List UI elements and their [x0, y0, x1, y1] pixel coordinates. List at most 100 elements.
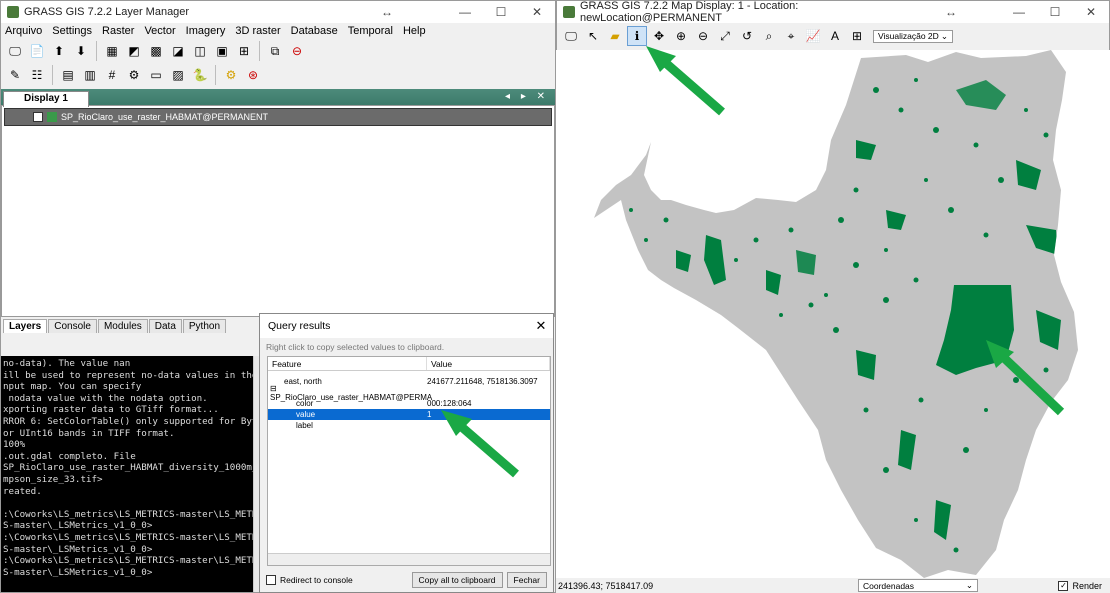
map-canvas[interactable]: [556, 50, 1110, 578]
close-icon[interactable]: ✕: [529, 318, 553, 334]
zoom-region-icon[interactable]: ⌖: [781, 26, 801, 46]
close-button[interactable]: ✕: [519, 5, 555, 19]
layer-visibility-checkbox[interactable]: [33, 112, 43, 122]
tab-display-1[interactable]: Display 1: [3, 91, 89, 107]
resize-icon[interactable]: ↔: [941, 5, 961, 19]
add-group-icon[interactable]: ▣: [212, 41, 232, 61]
grid-icon[interactable]: #: [102, 65, 122, 85]
attribute-table-icon[interactable]: ☷: [27, 65, 47, 85]
minimize-button[interactable]: —: [447, 5, 483, 19]
column-feature[interactable]: Feature: [268, 357, 427, 370]
decorations-icon[interactable]: A: [825, 26, 845, 46]
add-group-layer-icon[interactable]: ⧉: [265, 41, 285, 61]
coordinates-readout: 241396.43; 7518417.09: [558, 580, 654, 591]
table-row-selected[interactable]: value 1: [268, 409, 550, 420]
export-icon[interactable]: ⊞: [847, 26, 867, 46]
dialog-footer: Redirect to console Copy all to clipboar…: [266, 572, 547, 588]
column-value[interactable]: Value: [427, 357, 550, 370]
notebook-controls[interactable]: ◂ ▸ ✕: [505, 91, 549, 102]
copy-all-button[interactable]: Copy all to clipboard: [411, 572, 503, 588]
dialog-titlebar[interactable]: Query results ✕: [260, 314, 553, 338]
layer-manager-titlebar[interactable]: GRASS GIS 7.2.2 Layer Manager ↔ — ☐ ✕: [1, 1, 555, 23]
menu-database[interactable]: Database: [291, 25, 338, 37]
menu-arquivo[interactable]: Arquivo: [5, 25, 42, 37]
settings-gear-icon[interactable]: ⚙: [221, 65, 241, 85]
close-button[interactable]: ✕: [1073, 5, 1109, 19]
layer-name: SP_RioClaro_use_raster_HABMAT@PERMANENT: [61, 112, 269, 122]
feature-cell: color: [296, 399, 314, 408]
cartographic-composer-icon[interactable]: ▭: [146, 65, 166, 85]
render-label: Render: [1072, 580, 1102, 591]
maximize-button[interactable]: ☐: [1037, 5, 1073, 19]
render-checkbox[interactable]: ✓: [1058, 580, 1069, 591]
close-button[interactable]: Fechar: [506, 572, 547, 588]
layer-row[interactable]: SP_RioClaro_use_raster_HABMAT@PERMANENT: [4, 108, 552, 126]
redirect-label: Redirect to console: [280, 575, 353, 585]
value-cell: 000:128:064: [427, 399, 472, 408]
menu-3d-raster[interactable]: 3D raster: [235, 25, 280, 37]
menu-imagery[interactable]: Imagery: [186, 25, 226, 37]
add-vector-icon[interactable]: ◩: [124, 41, 144, 61]
view-mode-select[interactable]: Visualização 2D ⌄: [873, 29, 953, 43]
redirect-checkbox[interactable]: [266, 575, 276, 585]
zoom-back-icon[interactable]: ↺: [737, 26, 757, 46]
add-raster-icon[interactable]: ▦: [102, 41, 122, 61]
zoom-extent-icon[interactable]: ⤢: [715, 26, 735, 46]
feature-cell: value: [296, 410, 316, 419]
pointer-icon[interactable]: ↖: [583, 26, 603, 46]
window-title: GRASS GIS 7.2.2 Layer Manager: [24, 6, 190, 18]
new-display-icon[interactable]: 🖵: [5, 41, 25, 61]
table-row[interactable]: label: [268, 420, 550, 431]
save-workspace-icon[interactable]: ⬇: [71, 41, 91, 61]
zoom-in-icon[interactable]: ⊕: [671, 26, 691, 46]
resize-icon[interactable]: ↔: [377, 5, 397, 19]
table-row[interactable]: color 000:128:064: [268, 398, 550, 409]
menu-settings[interactable]: Settings: [52, 25, 92, 37]
tab-console[interactable]: Console: [48, 319, 97, 333]
query-raster-icon[interactable]: ℹ: [627, 26, 647, 46]
edit-vector-icon[interactable]: ✎: [5, 65, 25, 85]
table-horizontal-scrollbar[interactable]: [268, 553, 550, 565]
zoom-menu-icon[interactable]: ⌕: [759, 26, 779, 46]
pan-icon[interactable]: ✥: [649, 26, 669, 46]
display-map-icon[interactable]: 🖵: [561, 26, 581, 46]
add-multiple-raster-icon[interactable]: ▩: [146, 41, 166, 61]
tab-python[interactable]: Python: [182, 319, 227, 333]
tab-modules[interactable]: Modules: [97, 319, 148, 333]
table-row[interactable]: ⊟ SP_RioClaro_use_raster_HABMAT@PERMA: [268, 384, 550, 402]
map-display-titlebar[interactable]: GRASS GIS 7.2.2 Map Display: 1 - Locatio…: [557, 1, 1109, 24]
open-workspace-icon[interactable]: ⬆: [49, 41, 69, 61]
menu-temporal[interactable]: Temporal: [348, 25, 393, 37]
menu-vector[interactable]: Vector: [144, 25, 175, 37]
map-toolbar: 🖵 ↖ ▰ ℹ ✥ ⊕ ⊖ ⤢ ↺ ⌕ ⌖ 📈 A ⊞ Visualização…: [557, 23, 1109, 48]
value-cell: 241677.211648, 7518136.3097: [427, 377, 538, 386]
tab-data[interactable]: Data: [148, 319, 182, 333]
map-statusbar: 241396.43; 7518417.09 Coordenadas ⌄ ✓ Re…: [556, 578, 1110, 593]
add-overlay-icon[interactable]: ◫: [190, 41, 210, 61]
menu-raster[interactable]: Raster: [102, 25, 134, 37]
zoom-out-icon[interactable]: ⊖: [693, 26, 713, 46]
menu-help[interactable]: Help: [403, 25, 426, 37]
georectifier-icon[interactable]: ▨: [168, 65, 188, 85]
tab-layers[interactable]: Layers: [3, 319, 48, 333]
python-shell-icon[interactable]: 🐍: [190, 65, 210, 85]
minimize-button[interactable]: —: [1001, 5, 1037, 19]
dialog-hint: Right click to copy selected values to c…: [266, 342, 445, 352]
query-results-dialog: Query results ✕ Right click to copy sele…: [259, 313, 554, 593]
add-multiple-vector-icon[interactable]: ◪: [168, 41, 188, 61]
map-calculator-icon[interactable]: ▥: [80, 65, 100, 85]
remove-layer-icon[interactable]: ⊖: [287, 41, 307, 61]
analyze-icon[interactable]: 📈: [803, 26, 823, 46]
layer-manager-toolbar-1: 🖵 📄 ⬆ ⬇ ▦ ◩ ▩ ◪ ◫ ▣ ⊞ ⧉ ⊖: [1, 39, 555, 63]
console-output: no-data). The value nan ill be used to r…: [1, 356, 253, 592]
modeler-icon[interactable]: ⚙: [124, 65, 144, 85]
add-grid-icon[interactable]: ⊞: [234, 41, 254, 61]
new-workspace-icon[interactable]: 📄: [27, 41, 47, 61]
view-mode-value: Visualização 2D: [878, 31, 939, 41]
statusbar-mode-select[interactable]: Coordenadas ⌄: [858, 579, 978, 592]
select-icon[interactable]: ▰: [605, 26, 625, 46]
query-results-table: Feature Value east, north 241677.211648,…: [267, 356, 551, 566]
maximize-button[interactable]: ☐: [483, 5, 519, 19]
help-lifebuoy-icon[interactable]: ⊛: [243, 65, 263, 85]
import-raster-icon[interactable]: ▤: [58, 65, 78, 85]
